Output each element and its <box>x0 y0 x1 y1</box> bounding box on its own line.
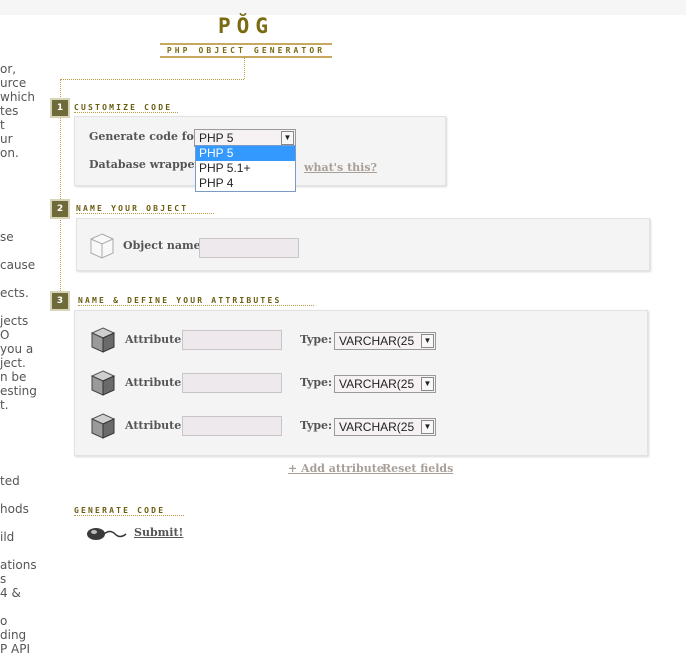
logo-subtitle: PHP OBJECT GENERATOR <box>160 43 332 58</box>
type-label: Type: <box>300 376 333 389</box>
object-name-label: Object name: <box>123 239 205 252</box>
connector-line <box>60 79 244 80</box>
logo-word: PŎG <box>218 14 274 38</box>
sidebar-fragment: O <box>0 328 10 342</box>
cube-icon <box>90 370 116 396</box>
sidebar-fragment: s <box>0 572 7 586</box>
sidebar-fragment: on. <box>0 146 19 160</box>
cube-outline-icon <box>90 233 114 259</box>
submit-button[interactable]: Submit! <box>134 526 183 539</box>
attribute-type-value: VARCHAR(25 <box>339 334 415 348</box>
attribute-type-select[interactable]: VARCHAR(25 ▼ <box>334 418 436 436</box>
sidebar-fragment: you a <box>0 342 34 356</box>
sidebar-fragment: jects <box>0 314 29 328</box>
sidebar-fragment: t <box>0 118 5 132</box>
attribute-label: Attribute: <box>125 376 186 389</box>
pog-logo: PŎG PHP OBJECT GENERATOR <box>160 14 332 58</box>
php-version-dropdown[interactable]: PHP 5 PHP 5.1+ PHP 4 <box>195 145 296 192</box>
attribute-type-value: VARCHAR(25 <box>339 420 415 434</box>
sidebar-fragment: hods <box>0 502 29 516</box>
attribute-type-value: VARCHAR(25 <box>339 377 415 391</box>
sidebar-fragment: ject. <box>0 356 26 370</box>
sidebar-fragment: tes <box>0 104 19 118</box>
dropdown-option[interactable]: PHP 5 <box>196 146 295 161</box>
sidebar-fragment: ted <box>0 474 20 488</box>
step-1-title: CUSTOMIZE CODE <box>74 103 173 112</box>
cube-icon <box>90 413 116 439</box>
type-label: Type: <box>300 419 333 432</box>
chevron-down-icon[interactable]: ▼ <box>421 334 434 348</box>
whats-this-link[interactable]: what's this? <box>304 161 377 174</box>
sidebar-fragment: urce <box>0 76 27 90</box>
sidebar-fragment: cause <box>0 258 36 272</box>
attribute-input[interactable] <box>182 330 282 350</box>
sidebar-fragment: or, <box>0 62 17 76</box>
title-underline <box>74 112 178 113</box>
cube-icon <box>90 327 116 353</box>
sidebar-fragment: ding <box>0 628 27 642</box>
connector-line <box>244 57 245 79</box>
attribute-type-select[interactable]: VARCHAR(25 ▼ <box>334 332 436 350</box>
sidebar-fragment: se <box>0 230 14 244</box>
attribute-type-select[interactable]: VARCHAR(25 ▼ <box>334 375 436 393</box>
dropdown-option[interactable]: PHP 5.1+ <box>196 161 295 176</box>
step-2-title: NAME YOUR OBJECT <box>76 204 189 213</box>
sidebar-fragment: P API <box>0 642 31 656</box>
type-label: Type: <box>300 333 333 346</box>
object-name-input[interactable] <box>199 238 299 258</box>
chevron-down-icon[interactable]: ▼ <box>421 377 434 391</box>
php-version-value: PHP 5 <box>199 131 234 145</box>
sidebar-fragment: esting <box>0 384 37 398</box>
sidebar-fragment: t. <box>0 398 9 412</box>
top-strip <box>0 0 686 15</box>
sidebar-fragment: ects. <box>0 286 29 300</box>
attribute-label: Attribute: <box>125 333 186 346</box>
sidebar-fragment: ur <box>0 132 13 146</box>
chevron-down-icon[interactable]: ▼ <box>421 420 434 434</box>
step-2-badge: 2 <box>52 201 68 217</box>
chevron-down-icon[interactable]: ▼ <box>281 131 294 145</box>
dropdown-option[interactable]: PHP 4 <box>196 176 295 191</box>
generate-code-title: GENERATE CODE <box>74 506 166 515</box>
step-3-title: NAME & DEFINE YOUR ATTRIBUTES <box>78 296 282 305</box>
generate-code-label: Generate code for: <box>89 130 204 143</box>
title-underline <box>76 213 214 214</box>
sidebar-fragment: n be <box>0 370 27 384</box>
add-attribute-link[interactable]: + Add attribute <box>288 462 384 475</box>
sidebar-fragment: ations <box>0 558 37 572</box>
reset-fields-link[interactable]: Reset fields <box>382 462 453 475</box>
attribute-label: Attribute: <box>125 419 186 432</box>
sidebar-fragment: which <box>0 90 35 104</box>
step-1-badge: 1 <box>52 100 68 116</box>
sidebar-fragment: o <box>0 614 8 628</box>
left-sidebar-text: or, urce which tes t ur on. se cause ect… <box>0 0 48 657</box>
attribute-input[interactable] <box>182 416 282 436</box>
title-underline <box>78 305 314 306</box>
sperm-icon <box>87 528 127 540</box>
database-wrapper-label: Database wrapper: <box>89 158 205 171</box>
attribute-input[interactable] <box>182 373 282 393</box>
step-3-badge: 3 <box>52 293 68 309</box>
sidebar-fragment: ild <box>0 530 15 544</box>
sidebar-fragment: 4 & <box>0 586 21 600</box>
title-underline <box>74 515 184 516</box>
